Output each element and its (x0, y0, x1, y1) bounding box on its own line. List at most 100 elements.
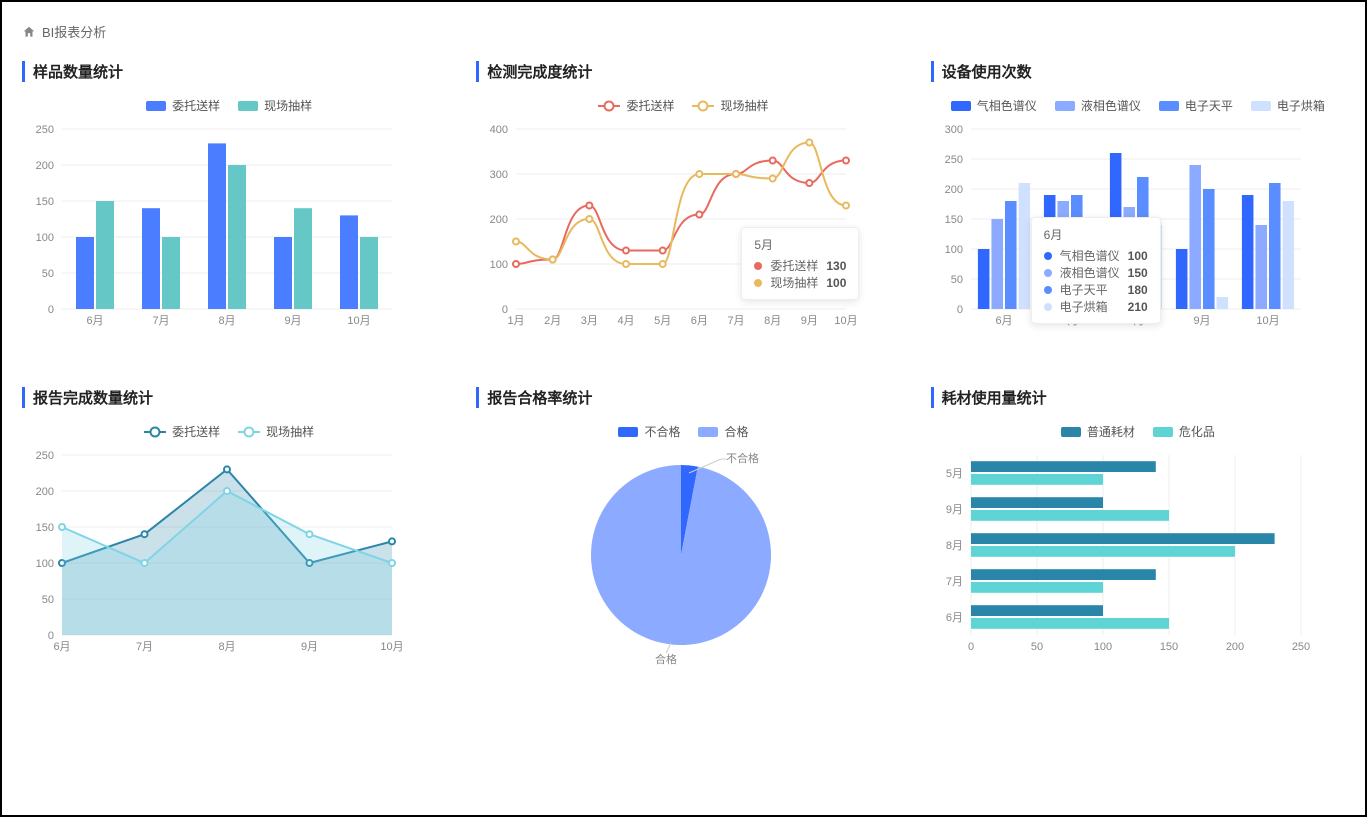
legend-item[interactable]: 不合格 (618, 423, 680, 440)
svg-text:250: 250 (944, 154, 962, 166)
svg-text:200: 200 (36, 160, 54, 172)
svg-text:1月: 1月 (508, 315, 525, 327)
svg-text:50: 50 (1031, 641, 1043, 653)
svg-text:9月: 9月 (301, 641, 318, 653)
legend-item[interactable]: 液相色谱仪 (1055, 97, 1141, 114)
legend: 委托送样 现场抽样 (22, 97, 436, 114)
chart-canvas: 普通耗材 危化品 0 50 100 150 200 250 5月 9月 8月 7月 6月 (931, 423, 1345, 683)
breadcrumb: BI报表分析 (22, 12, 1345, 61)
legend: 普通耗材 危化品 (931, 423, 1345, 440)
svg-text:10月: 10月 (835, 315, 858, 327)
svg-text:7月: 7月 (152, 315, 169, 327)
svg-text:150: 150 (36, 196, 54, 208)
svg-text:200: 200 (36, 486, 54, 498)
svg-text:0: 0 (957, 304, 963, 316)
svg-text:6月: 6月 (86, 315, 103, 327)
svg-text:200: 200 (944, 184, 962, 196)
chart-title: 报告合格率统计 (476, 387, 890, 408)
chart-title: 样品数量统计 (22, 61, 436, 82)
svg-text:150: 150 (36, 522, 54, 534)
chart-tooltip: 5月委托送样130现场抽样100 (741, 227, 859, 300)
svg-text:0: 0 (968, 641, 974, 653)
svg-text:100: 100 (36, 232, 54, 244)
svg-text:6月: 6月 (946, 612, 963, 624)
legend-item[interactable]: 委托送样 (144, 423, 220, 440)
svg-text:250: 250 (36, 450, 54, 462)
svg-text:150: 150 (1159, 641, 1177, 653)
svg-text:9月: 9月 (284, 315, 301, 327)
legend-item[interactable]: 现场抽样 (238, 97, 312, 114)
svg-text:200: 200 (1225, 641, 1243, 653)
svg-text:250: 250 (36, 124, 54, 136)
svg-text:8月: 8月 (218, 641, 235, 653)
chart-card-chart2: 检测完成度统计委托送样现场抽样01002003004001月2月3月4月5月6月… (476, 61, 890, 357)
svg-text:9月: 9月 (801, 315, 818, 327)
chart-title: 耗材使用量统计 (931, 387, 1345, 408)
svg-text:100: 100 (1093, 641, 1111, 653)
legend-item[interactable]: 电子天平 (1159, 97, 1233, 114)
chart-title: 设备使用次数 (931, 61, 1345, 82)
svg-text:50: 50 (950, 274, 962, 286)
legend-item[interactable]: 委托送样 (146, 97, 220, 114)
svg-text:9月: 9月 (1193, 315, 1210, 327)
svg-text:7月: 7月 (728, 315, 745, 327)
svg-text:不合格: 不合格 (726, 451, 759, 465)
svg-text:7月: 7月 (946, 576, 963, 588)
legend: 委托送样 现场抽样 (22, 423, 436, 440)
breadcrumb-text: BI报表分析 (42, 22, 106, 41)
svg-text:300: 300 (490, 169, 508, 181)
legend: 委托送样 现场抽样 (476, 97, 890, 114)
chart-tooltip: 6月气相色谱仪100液相色谱仪150电子天平180电子烘箱210 (1031, 217, 1161, 324)
svg-text:6月: 6月 (53, 641, 70, 653)
legend-item[interactable]: 危化品 (1153, 423, 1215, 440)
chart-canvas: 委托送样 现场抽样 0 50 100 150 200 250 6月 7月 8月 9月 10月 (22, 97, 436, 357)
legend-item[interactable]: 电子烘箱 (1251, 97, 1325, 114)
svg-text:50: 50 (42, 268, 54, 280)
legend-item[interactable]: 现场抽样 (238, 423, 314, 440)
svg-text:7月: 7月 (136, 641, 153, 653)
svg-text:3月: 3月 (581, 315, 598, 327)
svg-text:100: 100 (36, 558, 54, 570)
svg-text:4月: 4月 (618, 315, 635, 327)
svg-text:150: 150 (944, 214, 962, 226)
svg-text:9月: 9月 (946, 504, 963, 516)
legend-item[interactable]: 气相色谱仪 (951, 97, 1037, 114)
svg-text:10月: 10月 (1256, 315, 1279, 327)
chart-card-chart5: 报告合格率统计不合格合格不合格合格 (476, 387, 890, 683)
svg-text:250: 250 (1291, 641, 1309, 653)
chart-card-chart4: 报告完成数量统计委托送样现场抽样0501001502002506月7月8月9月1… (22, 387, 436, 683)
svg-text:100: 100 (944, 244, 962, 256)
chart-title: 检测完成度统计 (476, 61, 890, 82)
svg-text:8月: 8月 (946, 540, 963, 552)
chart-card-chart6: 耗材使用量统计普通耗材 危化品 0 50 100 150 200 250 5月 9月 8月 7月 6月 (931, 387, 1345, 683)
svg-text:8月: 8月 (764, 315, 781, 327)
svg-text:300: 300 (944, 124, 962, 136)
svg-text:100: 100 (490, 259, 508, 271)
svg-text:8月: 8月 (218, 315, 235, 327)
svg-text:10月: 10月 (380, 641, 403, 653)
legend: 气相色谱仪 液相色谱仪 电子天平 电子烘箱 (931, 97, 1345, 114)
svg-text:6月: 6月 (691, 315, 708, 327)
legend-item[interactable]: 现场抽样 (692, 97, 768, 114)
svg-text:合格: 合格 (655, 652, 677, 666)
chart-title: 报告完成数量统计 (22, 387, 436, 408)
chart-canvas: 气相色谱仪液相色谱仪电子天平电子烘箱0501001502002503006月7月… (931, 97, 1345, 357)
chart-card-chart3: 设备使用次数气相色谱仪 液相色谱仪 电子天平 电子烘箱 0 50 100 150 200 250 3… (931, 61, 1345, 357)
legend-item[interactable]: 普通耗材 (1061, 423, 1135, 440)
svg-text:0: 0 (48, 304, 54, 316)
svg-text:10月: 10月 (347, 315, 370, 327)
svg-text:50: 50 (42, 594, 54, 606)
chart-canvas: 不合格合格不合格合格 (476, 423, 890, 683)
legend-item[interactable]: 委托送样 (598, 97, 674, 114)
svg-text:400: 400 (490, 124, 508, 136)
chart-canvas: 委托送样现场抽样01002003004001月2月3月4月5月6月7月8月9月1… (476, 97, 890, 357)
chart-canvas: 委托送样现场抽样0501001502002506月7月8月9月10月 (22, 423, 436, 683)
svg-text:200: 200 (490, 214, 508, 226)
legend-item[interactable]: 合格 (698, 423, 748, 440)
svg-text:6月: 6月 (995, 315, 1012, 327)
svg-text:2月: 2月 (544, 315, 561, 327)
home-icon (22, 25, 36, 39)
svg-text:5月: 5月 (946, 468, 963, 480)
chart-card-chart1: 样品数量统计委托送样 现场抽样 0 50 100 150 200 250 6月 7月 8月 9月 10月 (22, 61, 436, 357)
svg-text:5月: 5月 (654, 315, 671, 327)
